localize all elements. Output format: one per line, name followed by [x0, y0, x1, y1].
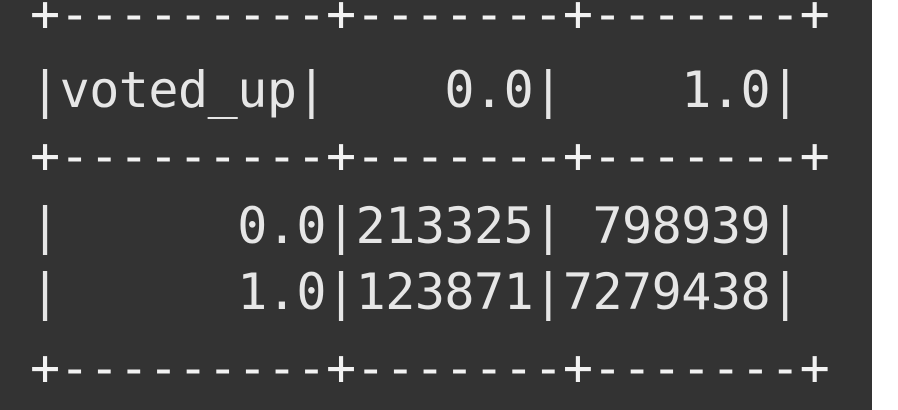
table-border-bottom: +---------+-------+-------+	[30, 339, 830, 397]
window-edge	[872, 0, 898, 410]
table-row: | 1.0|123871|7279438|	[30, 263, 800, 321]
terminal-output: +---------+-------+-------+ |voted_up| 0…	[0, 0, 872, 410]
table-row: | 0.0|213325| 798939|	[30, 197, 800, 255]
table-border-top: +---------+-------+-------+	[30, 0, 830, 43]
table-header-row: |voted_up| 0.0| 1.0|	[30, 61, 800, 119]
table-header-separator: +---------+-------+-------+	[30, 127, 830, 185]
